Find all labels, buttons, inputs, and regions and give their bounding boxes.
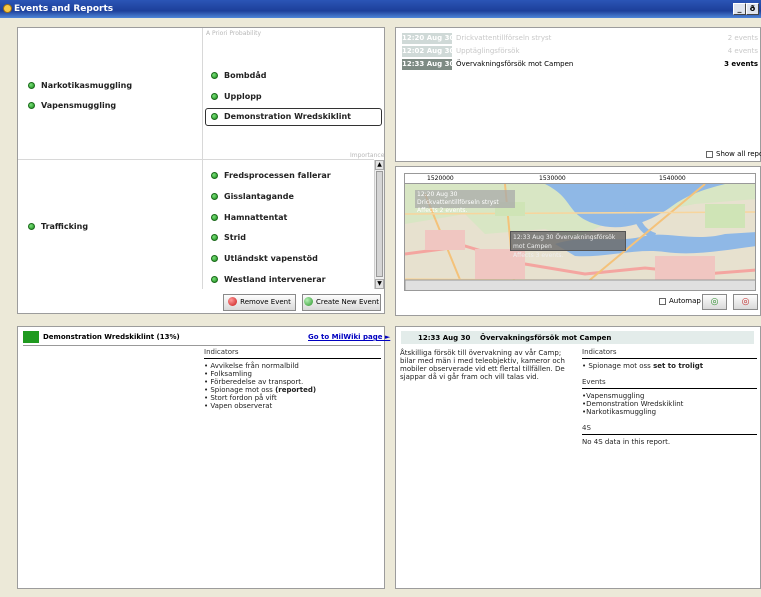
report-time: 12:33 Aug 30 xyxy=(418,334,471,342)
map-callout[interactable]: 12:20 Aug 30 Drickvattentillförseln stry… xyxy=(415,190,515,214)
window-title: Events and Reports xyxy=(14,4,114,14)
status-dot-icon xyxy=(28,82,35,89)
scroll-up-icon[interactable]: ▲ xyxy=(375,160,384,170)
status-dot-icon xyxy=(211,72,218,79)
milwiki-link[interactable]: Go to MilWiki page ► xyxy=(308,333,390,341)
divider xyxy=(582,358,757,359)
list-item: • Vapen observerat xyxy=(204,402,273,410)
status-dot-icon xyxy=(211,172,218,179)
status-dot-icon xyxy=(211,113,218,120)
report-detail-panel: 12:33 Aug 30 Övervakningsförsök mot Camp… xyxy=(395,326,761,589)
probability-panel: A Priori Probability Importance Narkotik… xyxy=(17,27,385,314)
event-westland[interactable]: Westland intervenerar xyxy=(211,275,326,284)
event-trafficking[interactable]: Trafficking xyxy=(28,222,88,231)
linked-events-list: •Vapensmuggling •Demonstration Wredskikl… xyxy=(582,392,757,416)
events-heading: Events xyxy=(582,378,606,386)
report-body: Åtskilliga försök till övervakning av vå… xyxy=(400,349,565,381)
list-item: • Förberedelse av transport. xyxy=(204,378,304,386)
event-strid[interactable]: Strid xyxy=(211,233,246,242)
report-list-panel: 12:20 Aug 30 Drickvattentillförseln strys… xyxy=(395,27,761,162)
event-upplopp[interactable]: Upplopp xyxy=(211,92,262,101)
event-vapensmuggling[interactable]: Vapensmuggling xyxy=(28,101,116,110)
status-dot-icon xyxy=(211,255,218,262)
map-view[interactable]: 1520000 1530000 1540000 12:20 Aug 30 Dri… xyxy=(404,173,756,291)
status-dot-icon xyxy=(211,234,218,241)
remove-icon xyxy=(228,296,238,306)
list-item[interactable]: •Narkotikasmuggling xyxy=(582,408,757,416)
event-narkotikasmuggling[interactable]: Narkotikasmuggling xyxy=(28,81,132,90)
divider xyxy=(582,388,757,389)
app-icon xyxy=(3,4,12,13)
event-bombdad[interactable]: Bombdåd xyxy=(211,71,267,80)
event-demonstration-selected[interactable]: Demonstration Wredskiklint xyxy=(205,108,382,126)
list-item: • Spionage mot oss (reported) xyxy=(204,386,317,394)
scroll-thumb[interactable] xyxy=(376,171,383,277)
report-row-selected[interactable]: 12:33 Aug 30 Övervakningsförsök mot Campe… xyxy=(402,59,758,70)
list-item: • Folksamling xyxy=(204,370,252,378)
zoom-in-icon: ◎ xyxy=(710,297,719,307)
divider xyxy=(582,434,757,435)
maximize-button[interactable]: ð xyxy=(746,3,759,15)
report-row[interactable]: 12:02 Aug 30 Upptäglingsförsök 4 events xyxy=(402,46,758,57)
fs-heading: 4S xyxy=(582,424,591,432)
window-titlebar[interactable]: Events and Reports _ ð xyxy=(0,0,761,18)
list-item: • Stort fordon på vift xyxy=(204,394,277,402)
report-title: Övervakningsförsök mot Campen xyxy=(480,334,612,342)
show-all-reports-checkbox[interactable]: Show all report xyxy=(706,150,761,158)
list-item[interactable]: •Vapensmuggling xyxy=(582,392,757,400)
list-item: • Avvikelse från normalbild xyxy=(204,362,299,370)
event-detail-panel: Demonstration Wredskiklint (13%) Go to M… xyxy=(17,326,390,589)
report-sidebar: Indicators • Spionage mot oss set to tro… xyxy=(582,348,757,446)
indicators-heading: Indicators xyxy=(204,348,239,356)
x-axis-label: Importance xyxy=(350,152,385,159)
report-row[interactable]: 12:20 Aug 30 Drickvattentillförseln strys… xyxy=(402,33,758,44)
fs-text: No 4S data in this report. xyxy=(582,438,671,446)
minimize-button[interactable]: _ xyxy=(733,3,746,15)
status-dot-icon xyxy=(211,93,218,100)
remove-event-button[interactable]: Remove Event xyxy=(223,294,296,311)
status-dot-icon xyxy=(28,223,35,230)
checkbox-icon[interactable] xyxy=(706,150,713,158)
event-gisslantagande[interactable]: Gisslantagande xyxy=(211,192,294,201)
events-scrollbar[interactable]: ▲ ▼ xyxy=(374,160,384,289)
event-detail-title: Demonstration Wredskiklint (13%) xyxy=(43,333,180,341)
indicator-list: • Avvikelse från normalbild • Folksamlin… xyxy=(204,362,381,410)
divider xyxy=(23,345,381,346)
create-event-button[interactable]: Create New Event xyxy=(302,294,381,311)
status-dot-icon xyxy=(28,102,35,109)
y-axis-label: A Priori Probability xyxy=(206,30,262,37)
indicators-heading: Indicators xyxy=(582,348,617,356)
event-hamnattentat[interactable]: Hamnattentat xyxy=(211,213,287,222)
indicators-section: Indicators • Avvikelse från normalbild •… xyxy=(204,348,381,410)
list-item: • Spionage mot oss set to troligt xyxy=(582,362,704,370)
status-dot-icon xyxy=(211,193,218,200)
status-dot-icon xyxy=(211,214,218,221)
status-dot-icon xyxy=(211,276,218,283)
event-utlandskt-vapenstod[interactable]: Utländskt vapenstöd xyxy=(211,254,318,263)
scroll-down-icon[interactable]: ▼ xyxy=(375,279,384,289)
indicator-list: • Spionage mot oss set to troligt xyxy=(582,362,757,370)
map-callout-selected[interactable]: 12:33 Aug 30 Övervakningsförsök mot Camp… xyxy=(510,231,626,259)
zoom-in-button[interactable]: ◎ xyxy=(702,294,727,310)
zoom-out-button[interactable]: ◎ xyxy=(733,294,758,310)
automap-checkbox[interactable]: Automap xyxy=(659,297,701,305)
checkbox-icon[interactable] xyxy=(659,297,666,305)
add-icon xyxy=(303,296,313,306)
horizontal-axis xyxy=(18,159,374,160)
divider xyxy=(204,358,381,359)
event-fredsprocessen[interactable]: Fredsprocessen fallerar xyxy=(211,171,331,180)
map-ruler: 1520000 1530000 1540000 xyxy=(405,174,755,184)
list-item[interactable]: •Demonstration Wredskiklint xyxy=(582,400,757,408)
zoom-out-icon: ◎ xyxy=(741,297,750,307)
probability-swatch xyxy=(23,331,39,343)
